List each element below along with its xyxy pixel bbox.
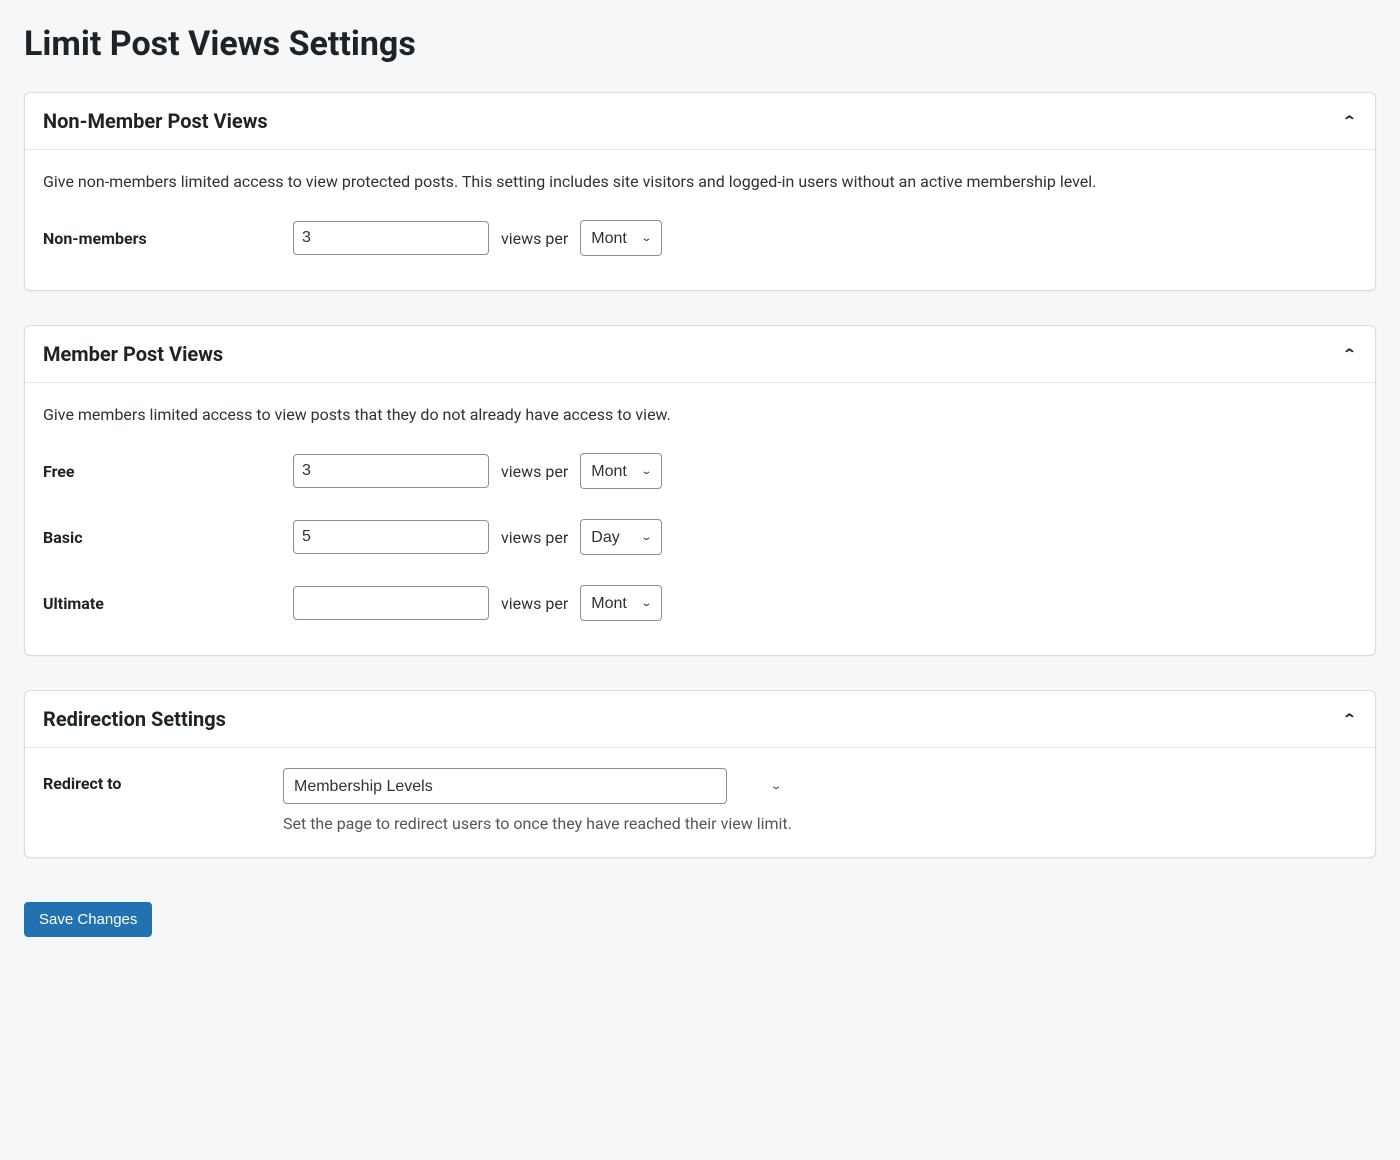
row-redirect-to: Redirect to Membership Levels ⌄ Set the … bbox=[43, 768, 1357, 833]
select-wrap-basic-period: Day ⌄ bbox=[580, 519, 662, 555]
chevron-up-icon: ⌃ bbox=[1342, 711, 1357, 727]
description-non-member: Give non-members limited access to view … bbox=[43, 170, 1357, 194]
panel-header-non-member[interactable]: Non-Member Post Views ⌃ bbox=[25, 93, 1375, 150]
panel-title-member: Member Post Views bbox=[43, 342, 223, 366]
select-wrap-ultimate-period: Month ⌄ bbox=[580, 585, 662, 621]
input-basic-views[interactable] bbox=[293, 520, 489, 554]
select-redirect-to[interactable]: Membership Levels bbox=[283, 768, 727, 804]
text-views-per: views per bbox=[501, 528, 568, 547]
select-free-period[interactable]: Month bbox=[580, 453, 662, 489]
row-non-members: Non-members views per Month ⌄ bbox=[43, 220, 1357, 256]
panel-title-redirection: Redirection Settings bbox=[43, 707, 226, 731]
panel-header-member[interactable]: Member Post Views ⌃ bbox=[25, 326, 1375, 383]
label-non-members: Non-members bbox=[43, 229, 283, 248]
chevron-down-icon: ⌄ bbox=[770, 780, 782, 791]
panel-header-redirection[interactable]: Redirection Settings ⌃ bbox=[25, 691, 1375, 748]
panel-body-redirection: Redirect to Membership Levels ⌄ Set the … bbox=[25, 748, 1375, 857]
label-basic: Basic bbox=[43, 528, 283, 547]
row-ultimate: Ultimate views per Month ⌄ bbox=[43, 585, 1357, 621]
chevron-up-icon: ⌃ bbox=[1342, 346, 1357, 362]
select-wrap-redirect-to: Membership Levels ⌄ bbox=[283, 768, 792, 804]
row-basic: Basic views per Day ⌄ bbox=[43, 519, 1357, 555]
panel-body-member: Give members limited access to view post… bbox=[25, 383, 1375, 655]
row-free: Free views per Month ⌄ bbox=[43, 453, 1357, 489]
chevron-up-icon: ⌃ bbox=[1342, 113, 1357, 129]
text-views-per: views per bbox=[501, 594, 568, 613]
select-wrap-non-members-period: Month ⌄ bbox=[580, 220, 662, 256]
select-non-members-period[interactable]: Month bbox=[580, 220, 662, 256]
select-basic-period[interactable]: Day bbox=[580, 519, 662, 555]
text-views-per: views per bbox=[501, 229, 568, 248]
panel-non-member-post-views: Non-Member Post Views ⌃ Give non-members… bbox=[24, 92, 1376, 291]
input-ultimate-views[interactable] bbox=[293, 586, 489, 620]
label-free: Free bbox=[43, 462, 283, 481]
input-free-views[interactable] bbox=[293, 454, 489, 488]
panel-member-post-views: Member Post Views ⌃ Give members limited… bbox=[24, 325, 1376, 656]
text-views-per: views per bbox=[501, 462, 568, 481]
description-member: Give members limited access to view post… bbox=[43, 403, 1357, 427]
panel-redirection-settings: Redirection Settings ⌃ Redirect to Membe… bbox=[24, 690, 1376, 858]
input-non-members-views[interactable] bbox=[293, 221, 489, 255]
save-changes-button[interactable]: Save Changes bbox=[24, 902, 152, 937]
label-redirect-to: Redirect to bbox=[43, 768, 283, 793]
select-ultimate-period[interactable]: Month bbox=[580, 585, 662, 621]
page-title: Limit Post Views Settings bbox=[24, 24, 1376, 64]
help-redirect-to: Set the page to redirect users to once t… bbox=[283, 814, 792, 833]
panel-title-non-member: Non-Member Post Views bbox=[43, 109, 268, 133]
label-ultimate: Ultimate bbox=[43, 594, 283, 613]
select-wrap-free-period: Month ⌄ bbox=[580, 453, 662, 489]
panel-body-non-member: Give non-members limited access to view … bbox=[25, 150, 1375, 290]
